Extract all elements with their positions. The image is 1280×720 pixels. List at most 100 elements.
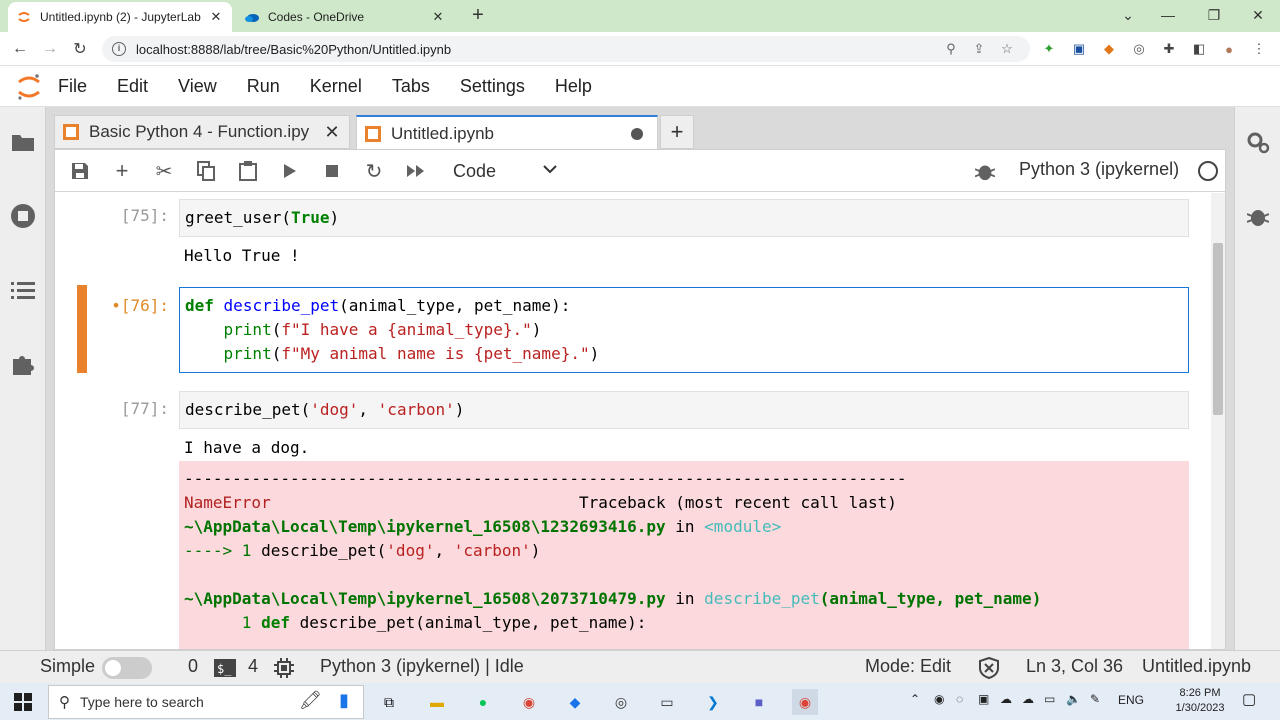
paste-icon[interactable] (237, 160, 259, 182)
forward-arrow-icon[interactable]: → (38, 37, 62, 61)
terminal-app-icon[interactable]: ▭ (654, 689, 680, 715)
menu-view[interactable]: View (178, 76, 217, 97)
close-icon[interactable]: ✕ (323, 122, 341, 143)
address-bar[interactable]: i localhost:8888/lab/tree/Basic%20Python… (102, 36, 1030, 62)
windows-start-icon[interactable] (10, 689, 36, 715)
kernel-name[interactable]: Python 3 (ipykernel) (1019, 159, 1179, 180)
kernel-count[interactable]: 4 (248, 656, 258, 677)
extensions-puzzle-icon[interactable] (8, 349, 38, 379)
fast-forward-icon[interactable] (405, 160, 427, 182)
property-inspector-gears-icon[interactable] (1243, 127, 1273, 157)
tray-icon[interactable]: ▣ (978, 692, 989, 706)
teams-icon[interactable]: ■ (746, 689, 772, 715)
puzzle-icon[interactable]: ✚ (1160, 40, 1178, 58)
kernel-chip-icon[interactable] (274, 658, 294, 683)
menu-kernel[interactable]: Kernel (310, 76, 362, 97)
file-explorer-icon[interactable]: ▬ (424, 689, 450, 715)
no-errors-icon[interactable] (978, 656, 1000, 684)
extension-icon[interactable]: ▣ (1070, 40, 1088, 58)
running-kernels-icon[interactable] (8, 201, 38, 231)
menu-edit[interactable]: Edit (117, 76, 148, 97)
volume-icon[interactable]: 🔈 (1066, 692, 1081, 706)
debugger-bug-icon[interactable] (1243, 201, 1273, 231)
kernel-status-text[interactable]: Python 3 (ipykernel) | Idle (320, 656, 524, 677)
cell-output: I have a dog. (184, 438, 310, 457)
extension-icon[interactable]: ◎ (1130, 40, 1148, 58)
taskbar-clock[interactable]: 8:26 PM 1/30/2023 (1170, 686, 1230, 716)
menu-tabs[interactable]: Tabs (392, 76, 430, 97)
tray-chevron-up-icon[interactable]: ⌃ (910, 692, 920, 706)
chevron-down-icon[interactable] (543, 161, 561, 181)
search-highlight-icon: 🖍 (299, 690, 322, 710)
cursor-position[interactable]: Ln 3, Col 36 (1026, 656, 1123, 677)
new-tab-button[interactable]: + (466, 4, 490, 28)
tray-icon[interactable]: ◌ (956, 692, 963, 706)
menu-run[interactable]: Run (247, 76, 280, 97)
traceback-code: , (434, 541, 454, 560)
language-indicator[interactable]: ENG (1118, 693, 1144, 707)
code-text: ) (531, 320, 542, 339)
more-menu-icon[interactable]: ⋮ (1250, 40, 1268, 58)
evernote-extension-icon[interactable]: ✦ (1040, 40, 1058, 58)
simple-mode-toggle[interactable] (102, 657, 152, 679)
new-launcher-button[interactable]: + (660, 115, 694, 149)
pen-icon[interactable]: ✎ (1090, 692, 1100, 706)
restart-icon[interactable]: ↻ (363, 160, 385, 183)
cloud-tray-icon[interactable]: ☁ (1022, 692, 1034, 706)
notebook-scrollbar[interactable] (1211, 193, 1225, 649)
tab-search-chevron-icon[interactable]: ⌄ (1108, 0, 1148, 30)
metamask-extension-icon[interactable]: ◆ (1100, 40, 1118, 58)
browser-tab-jupyterlab[interactable]: Untitled.ipynb (2) - JupyterLab ✕ (8, 2, 232, 32)
tray-icon[interactable]: ◉ (934, 692, 944, 706)
cut-icon[interactable]: ✂ (153, 160, 175, 183)
minimize-icon[interactable]: — (1148, 0, 1188, 30)
vscode-icon[interactable]: ❯ (700, 689, 726, 715)
folder-icon[interactable] (8, 127, 38, 157)
code-cell-input[interactable]: greet_user(True) (179, 199, 1189, 237)
copy-icon[interactable] (195, 160, 217, 182)
chrome-active-icon[interactable]: ◉ (792, 689, 818, 715)
back-arrow-icon[interactable]: ← (8, 37, 32, 61)
taskbar-search-box[interactable]: ⚲ Type here to search 🖍 ▮ (48, 685, 364, 719)
browser-toolbar: ← → ↻ i localhost:8888/lab/tree/Basic%20… (0, 32, 1280, 66)
reload-icon[interactable]: ↻ (68, 37, 92, 61)
sidepanel-icon[interactable]: ◧ (1190, 40, 1208, 58)
bookmark-star-icon[interactable]: ☆ (998, 40, 1016, 58)
chrome-icon[interactable]: ◉ (516, 689, 542, 715)
insert-cell-icon[interactable]: + (111, 158, 133, 183)
profile-avatar[interactable]: ● (1220, 40, 1238, 58)
restore-icon[interactable]: ❐ (1194, 0, 1234, 30)
menu-file[interactable]: File (58, 76, 87, 97)
close-icon[interactable]: ✕ (208, 9, 224, 25)
app-icon[interactable]: ◆ (562, 689, 588, 715)
scrollbar-thumb[interactable] (1213, 243, 1223, 415)
menu-settings[interactable]: Settings (460, 76, 525, 97)
code-cell-input-active[interactable]: def describe_pet(animal_type, pet_name):… (179, 287, 1189, 373)
window-close-icon[interactable]: ✕ (1238, 0, 1278, 30)
share-icon[interactable]: ⇪ (970, 40, 988, 58)
run-icon[interactable] (279, 160, 301, 182)
obs-icon[interactable]: ◎ (608, 689, 634, 715)
table-of-contents-icon[interactable] (8, 275, 38, 305)
site-info-icon[interactable]: i (112, 42, 126, 56)
jupyter-menubar: File Edit View Run Kernel Tabs Settings … (0, 67, 1280, 107)
code-cell-input[interactable]: describe_pet('dog', 'carbon') (179, 391, 1189, 429)
code-text: , (358, 400, 378, 419)
terminal-icon[interactable]: $_ (214, 659, 236, 682)
debugger-bug-icon[interactable] (974, 160, 997, 182)
notification-icon[interactable]: ▢ (1242, 690, 1256, 708)
save-icon[interactable] (69, 160, 91, 182)
line-app-icon[interactable]: ● (470, 689, 496, 715)
close-icon[interactable]: ✕ (430, 9, 446, 25)
tab-untitled[interactable]: Untitled.ipynb (356, 115, 658, 150)
browser-tab-onedrive[interactable]: Codes - OneDrive ✕ (236, 2, 454, 32)
stop-icon[interactable] (321, 160, 343, 182)
network-icon[interactable]: ▭ (1044, 692, 1055, 706)
onedrive-tray-icon[interactable]: ☁ (1000, 692, 1012, 706)
menu-help[interactable]: Help (555, 76, 592, 97)
terminal-count[interactable]: 0 (188, 656, 198, 677)
zoom-icon[interactable]: ⚲ (942, 40, 960, 58)
unsaved-dot-icon[interactable] (631, 127, 643, 140)
task-view-icon[interactable]: ⧉ (376, 689, 402, 715)
tab-basic-python-4[interactable]: Basic Python 4 - Function.ipy ✕ (54, 115, 350, 149)
